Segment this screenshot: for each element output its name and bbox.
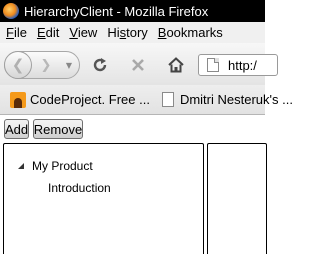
menu-bookmarks[interactable]: Bookmarks xyxy=(153,25,228,40)
tree-view[interactable]: My Product Introduction xyxy=(3,143,204,254)
tree-node-introduction[interactable]: Introduction xyxy=(48,179,111,197)
app-toolbar: Add Remove xyxy=(0,115,265,142)
menu-file[interactable]: File xyxy=(0,25,32,40)
bookmark-label: CodeProject. Free ... xyxy=(30,92,150,107)
history-dropdown-button[interactable]: ▼ xyxy=(61,56,77,74)
tree-node-label: My Product xyxy=(32,159,93,173)
url-bar[interactable]: http:/ xyxy=(198,54,278,76)
tree-node-label: Introduction xyxy=(48,181,111,195)
forward-button[interactable]: ❯ xyxy=(35,55,57,75)
tree-node-my-product[interactable]: My Product xyxy=(18,157,93,175)
add-button[interactable]: Add xyxy=(4,119,29,139)
codeproject-icon xyxy=(10,91,26,108)
bookmark-codeproject[interactable]: CodeProject. Free ... xyxy=(10,91,150,108)
remove-button[interactable]: Remove xyxy=(33,119,83,139)
bookmark-label: Dmitri Nesteruk's ... xyxy=(179,92,293,107)
reload-button[interactable] xyxy=(90,55,110,75)
menu-bar: File Edit View History Bookmarks xyxy=(0,22,265,43)
menu-edit[interactable]: Edit xyxy=(32,25,64,40)
stop-button[interactable] xyxy=(128,55,148,75)
back-arrow-icon: ❮ xyxy=(11,56,25,74)
chevron-down-icon: ▼ xyxy=(65,60,73,70)
navigation-toolbar: ❮ ❯ ▼ http:/ xyxy=(0,43,278,85)
expanded-triangle-icon[interactable] xyxy=(18,163,24,169)
window-titlebar: HierarchyClient - Mozilla Firefox xyxy=(0,0,265,22)
back-button[interactable]: ❮ xyxy=(4,51,32,79)
stop-icon xyxy=(132,59,144,71)
firefox-icon xyxy=(3,3,19,19)
detail-pane xyxy=(207,143,267,254)
bookmarks-toolbar: CodeProject. Free ... Dmitri Nesteruk's … xyxy=(0,85,293,115)
home-icon xyxy=(168,57,184,73)
bookmark-dmitri-nesteruk[interactable]: Dmitri Nesteruk's ... xyxy=(161,92,293,107)
page-icon xyxy=(161,92,174,107)
menu-view[interactable]: View xyxy=(64,25,102,40)
app-content: My Product Introduction xyxy=(0,142,267,254)
page-icon xyxy=(207,58,219,72)
home-button[interactable] xyxy=(166,55,186,75)
window-title: HierarchyClient - Mozilla Firefox xyxy=(24,3,209,19)
forward-arrow-icon: ❯ xyxy=(40,57,52,73)
back-forward-group: ❮ ❯ ▼ xyxy=(4,51,80,79)
url-text: http:/ xyxy=(228,57,257,73)
reload-icon xyxy=(93,58,107,72)
menu-history[interactable]: History xyxy=(102,25,152,40)
